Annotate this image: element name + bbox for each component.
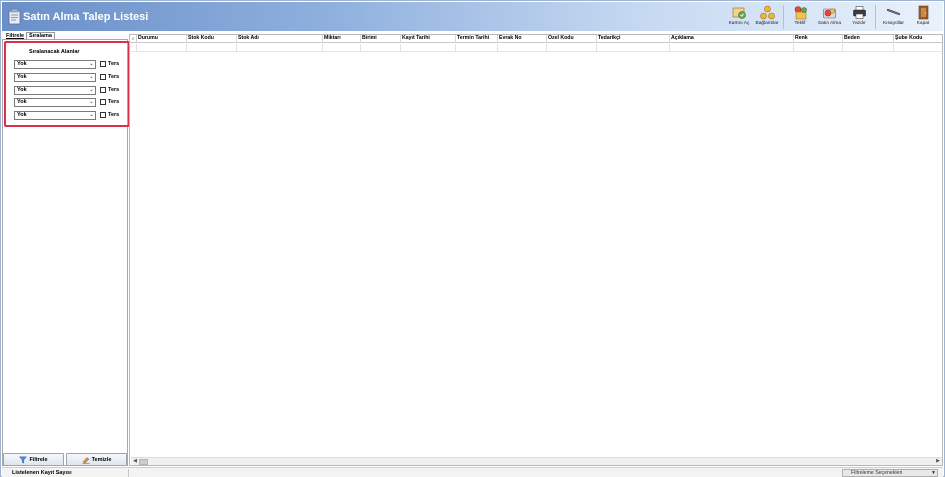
sort-field-select[interactable]: Yok ⌄ bbox=[14, 97, 96, 107]
column-header[interactable]: Tedarikçi bbox=[597, 35, 670, 43]
links-label: Bağlantılar bbox=[755, 21, 779, 26]
column-header[interactable]: Stok Kodu bbox=[187, 35, 237, 43]
funnel-icon bbox=[19, 456, 28, 464]
chevron-down-icon: ⌄ bbox=[89, 73, 94, 80]
column-header[interactable]: Durumu bbox=[137, 35, 187, 43]
chevron-down-icon: ⌄ bbox=[89, 86, 94, 93]
window-title: Satın Alma Talep Listesi bbox=[23, 11, 149, 23]
chevron-down-icon: ⌄ bbox=[89, 60, 94, 67]
app-logo-icon bbox=[8, 8, 21, 25]
request-grid[interactable]: ≡ Durumu Stok Kodu Stok Adı Miktarı Biri… bbox=[129, 34, 943, 466]
app-window: Satın Alma Talep Listesi Kartını Aç Bağl… bbox=[0, 0, 945, 477]
reverse-label: Ters bbox=[108, 74, 120, 80]
column-header[interactable]: Renk bbox=[794, 35, 843, 43]
sort-field-value: Yok bbox=[17, 111, 27, 118]
column-header[interactable]: Kayıt Tarihi bbox=[401, 35, 456, 43]
sort-row: Yok ⌄ Ters bbox=[14, 72, 119, 82]
clear-button[interactable]: Temizle bbox=[66, 453, 127, 466]
reverse-checkbox[interactable] bbox=[100, 99, 106, 105]
chevron-down-icon: ▼ bbox=[931, 470, 936, 476]
column-header[interactable]: Evrak No bbox=[498, 35, 547, 43]
purchase-button[interactable]: Satın Alma bbox=[814, 4, 845, 30]
links-button[interactable]: Bağlantılar bbox=[753, 4, 781, 30]
title-bar: Satın Alma Talep Listesi Kartını Aç Bağl… bbox=[2, 2, 943, 31]
purchase-icon bbox=[823, 8, 836, 19]
offer-icon bbox=[794, 6, 807, 20]
toolbar-separator bbox=[875, 5, 876, 29]
sort-field-value: Yok bbox=[17, 60, 27, 67]
column-header[interactable]: Beden bbox=[843, 35, 894, 43]
tab-siralama[interactable]: Sıralama bbox=[26, 32, 55, 39]
offer-button[interactable]: Teklif bbox=[786, 4, 814, 30]
column-header[interactable]: Miktarı bbox=[323, 35, 361, 43]
print-button[interactable]: Yazdır bbox=[845, 4, 873, 30]
sort-field-value: Yok bbox=[17, 86, 27, 93]
column-header[interactable]: Açıklama bbox=[670, 35, 794, 43]
links-icon bbox=[759, 5, 775, 20]
column-header[interactable]: Termin Tarihi bbox=[456, 35, 498, 43]
reverse-label: Ters bbox=[108, 112, 120, 118]
reverse-label: Ters bbox=[108, 61, 120, 67]
grid-header: ≡ Durumu Stok Kodu Stok Adı Miktarı Biri… bbox=[130, 35, 942, 43]
record-count-label: Listelenen Kayıt Sayısı bbox=[12, 470, 72, 476]
open-card-button[interactable]: Kartını Aç bbox=[725, 4, 753, 30]
sort-field-value: Yok bbox=[17, 98, 27, 105]
column-header[interactable]: Stok Adı bbox=[237, 35, 323, 43]
toolbar-separator bbox=[783, 5, 784, 29]
sort-row: Yok ⌄ Ters bbox=[14, 85, 119, 95]
column-header[interactable]: Birimi bbox=[361, 35, 401, 43]
status-divider bbox=[128, 469, 129, 477]
sort-field-select[interactable]: Yok ⌄ bbox=[14, 110, 96, 120]
sort-fields-box: Sıralanacak Alanlar Yok ⌄ Ters Yok ⌄ Ter… bbox=[4, 41, 130, 127]
reverse-checkbox[interactable] bbox=[100, 74, 106, 80]
horizontal-scrollbar[interactable]: ◀ ▶ bbox=[131, 457, 942, 465]
eraser-icon bbox=[82, 456, 90, 464]
sort-field-select[interactable]: Yok ⌄ bbox=[14, 59, 96, 69]
sort-fields-title: Sıralanacak Alanlar bbox=[29, 49, 80, 55]
column-header[interactable]: Şube Kodu bbox=[894, 35, 942, 43]
print-label: Yazdır bbox=[852, 21, 866, 26]
chevron-down-icon: ⌄ bbox=[89, 111, 94, 118]
toolbar: Kartını Aç Bağlantılar Teklif Satın Alma… bbox=[725, 4, 937, 31]
reverse-checkbox[interactable] bbox=[100, 112, 106, 118]
sort-field-value: Yok bbox=[17, 73, 27, 80]
offer-label: Teklif bbox=[794, 21, 806, 26]
clear-button-label: Temizle bbox=[91, 456, 112, 463]
reverse-label: Ters bbox=[108, 99, 120, 105]
close-button[interactable]: Kapat bbox=[909, 4, 937, 30]
reverse-checkbox[interactable] bbox=[100, 61, 106, 67]
filter-button-label: Filtrele bbox=[29, 456, 48, 463]
chevron-down-icon: ⌄ bbox=[89, 98, 94, 105]
close-door-icon bbox=[918, 5, 928, 20]
open-card-icon bbox=[732, 7, 746, 19]
panel-button-row: Filtrele Temizle bbox=[3, 453, 127, 466]
filter-button[interactable]: Filtrele bbox=[3, 453, 64, 466]
purchase-label: Satın Alma bbox=[817, 21, 842, 26]
shortcuts-label: Kısayollar bbox=[882, 21, 905, 26]
shortcuts-button[interactable]: Kısayollar bbox=[878, 4, 909, 30]
scroll-thumb[interactable] bbox=[139, 459, 148, 465]
table-row[interactable] bbox=[130, 44, 942, 52]
filter-options-dropdown[interactable]: Filtreleme Seçenekleri ▼ bbox=[842, 469, 938, 477]
scroll-left-icon[interactable]: ◀ bbox=[131, 458, 139, 466]
close-label: Kapat bbox=[916, 21, 930, 26]
column-chooser-icon[interactable]: ≡ bbox=[130, 35, 137, 43]
reverse-checkbox[interactable] bbox=[100, 87, 106, 93]
sort-row: Yok ⌄ Ters bbox=[14, 110, 119, 120]
open-card-label: Kartını Aç bbox=[728, 21, 750, 26]
filter-options-label: Filtreleme Seçenekleri bbox=[851, 470, 903, 476]
sort-field-select[interactable]: Yok ⌄ bbox=[14, 72, 96, 82]
sort-row: Yok ⌄ Ters bbox=[14, 97, 119, 107]
sort-row: Yok ⌄ Ters bbox=[14, 59, 119, 69]
reverse-label: Ters bbox=[108, 87, 120, 93]
sort-field-select[interactable]: Yok ⌄ bbox=[14, 85, 96, 95]
left-panel: Sıralanacak Alanlar Yok ⌄ Ters Yok ⌄ Ter… bbox=[2, 39, 130, 466]
status-bar: Listelenen Kayıt Sayısı Filtreleme Seçen… bbox=[2, 467, 943, 477]
print-icon bbox=[852, 6, 866, 19]
shortcuts-icon bbox=[886, 8, 901, 16]
column-header[interactable]: Özel Kodu bbox=[547, 35, 597, 43]
scroll-right-icon[interactable]: ▶ bbox=[934, 458, 942, 466]
